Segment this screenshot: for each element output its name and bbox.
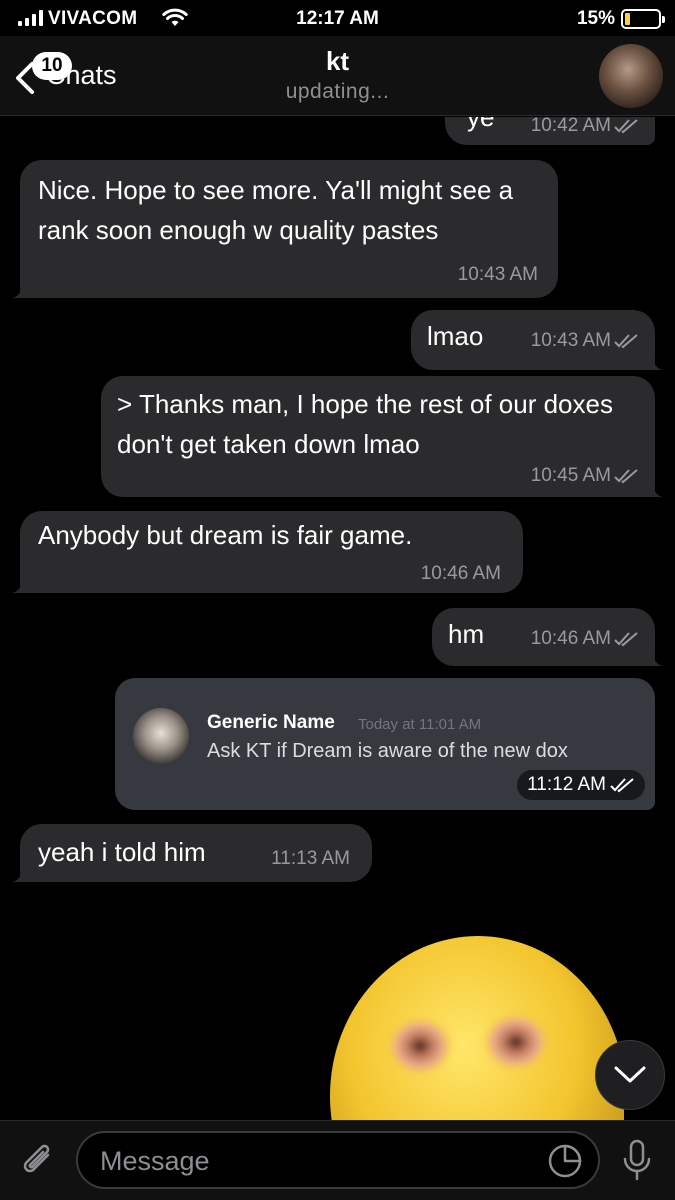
message-bubble-outgoing[interactable]: hm 10:46 AM	[432, 608, 663, 666]
message-meta: 11:13 AM	[271, 848, 350, 870]
message-bubble-outgoing[interactable]: > Thanks man, I hope the rest of our dox…	[101, 376, 663, 497]
discord-avatar	[133, 708, 189, 764]
status-clock: 12:17 AM	[296, 8, 379, 29]
message-time: 10:46 AM	[530, 628, 611, 649]
emoji-sticker[interactable]	[328, 926, 624, 1120]
message-text: Anybody but dream is fair game.	[38, 520, 413, 550]
double-check-icon	[614, 632, 638, 647]
discord-timestamp: Today at 11:01 AM	[358, 716, 482, 733]
microphone-button[interactable]	[617, 1137, 657, 1185]
message-time: 10:42 AM	[530, 117, 611, 136]
message-meta: 11:12 AM	[517, 770, 645, 800]
message-meta: 10:46 AM	[531, 628, 639, 650]
paperclip-icon	[23, 1144, 50, 1173]
double-check-icon	[614, 334, 638, 349]
message-input[interactable]	[100, 1141, 520, 1181]
message-time: 10:46 AM	[420, 563, 501, 584]
message-time: 10:43 AM	[530, 330, 611, 351]
message-meta: 10:43 AM	[531, 330, 639, 352]
message-time: 10:43 AM	[457, 264, 538, 285]
message-bubble-outgoing[interactable]: lmao 10:43 AM	[411, 310, 663, 370]
double-check-icon	[614, 469, 638, 484]
microphone-icon	[623, 1139, 651, 1181]
message-text: ye	[467, 117, 495, 132]
message-time: 10:45 AM	[530, 465, 611, 486]
message-field[interactable]	[76, 1131, 600, 1189]
message-text: lmao	[427, 321, 484, 351]
status-bar: VIVACOM 12:17 AM 15%	[0, 0, 675, 36]
message-meta: 10:45 AM	[531, 465, 639, 487]
double-check-icon	[614, 119, 638, 134]
message-meta: 10:42 AM	[531, 117, 639, 137]
scroll-to-bottom-button[interactable]	[595, 1040, 665, 1110]
message-input-bar	[0, 1120, 675, 1200]
double-check-icon	[610, 778, 634, 793]
chat-header: Chats 10 kt updating...	[0, 36, 675, 116]
battery-icon	[621, 9, 665, 29]
attach-button[interactable]	[14, 1137, 62, 1185]
sticker-button[interactable]	[546, 1142, 584, 1180]
message-bubble-incoming[interactable]: Nice. Hope to see more. Ya'll might see …	[12, 160, 558, 298]
message-text: Nice. Hope to see more. Ya'll might see …	[38, 175, 514, 245]
chevron-down-icon	[614, 1066, 646, 1083]
chat-status: updating...	[285, 80, 390, 103]
message-bubble-incoming[interactable]: yeah i told him 11:13 AM	[12, 824, 372, 882]
message-bubble-outgoing[interactable]: ye 10:42 AM	[445, 117, 655, 145]
discord-message-text: Ask KT if Dream is aware of the new dox	[207, 740, 568, 762]
message-list[interactable]: ye 10:42 AM Nice. Hope to see more. Ya'l…	[0, 117, 675, 1120]
message-text: hm	[448, 619, 485, 649]
chat-title[interactable]: kt	[0, 46, 675, 77]
message-time: 11:13 AM	[271, 848, 350, 869]
image-message-discord-screenshot[interactable]: Generic Name Today at 11:01 AM Ask KT if…	[115, 678, 655, 810]
discord-author: Generic Name	[207, 712, 335, 733]
contact-avatar[interactable]	[599, 44, 663, 108]
message-meta: 10:46 AM	[421, 563, 501, 585]
message-bubble-incoming[interactable]: Anybody but dream is fair game. 10:46 AM	[12, 511, 523, 593]
message-text: yeah i told him	[38, 837, 206, 867]
sticker-icon	[548, 1144, 582, 1178]
message-text: > Thanks man, I hope the rest of our dox…	[117, 389, 613, 459]
message-time: 11:12 AM	[527, 774, 606, 795]
battery-percentage: 15%	[576, 8, 615, 29]
message-meta: 10:43 AM	[458, 264, 538, 286]
